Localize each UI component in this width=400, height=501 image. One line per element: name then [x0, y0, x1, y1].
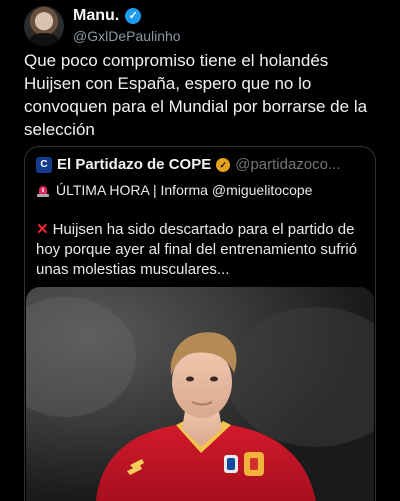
quoted-author-row: C El Partidazo de COPE ✓ @partidazoco...: [36, 156, 341, 173]
breaking-news-text: ÚLTIMA HORA | Informa @miguelitocope: [56, 182, 313, 198]
quoted-tweet[interactable]: C El Partidazo de COPE ✓ @partidazoco...…: [24, 146, 376, 501]
gold-verified-badge-icon: ✓: [216, 157, 231, 172]
cross-mark-icon: ✕: [36, 221, 49, 238]
tweet-text: Que poco compromiso tiene el holandés Hu…: [24, 51, 368, 139]
author-row: Manu. ✓: [73, 7, 142, 25]
quoted-photo[interactable]: [26, 287, 374, 501]
author-name[interactable]: Manu.: [73, 7, 119, 25]
cope-logo-icon: C: [36, 156, 52, 173]
quoted-breaking-line: ÚLTIMA HORA | Informa @miguelitocope: [36, 182, 312, 198]
siren-icon: [37, 186, 49, 197]
quoted-author-name[interactable]: El Partidazo de COPE: [57, 156, 211, 173]
player-photo: [26, 297, 374, 501]
author-handle[interactable]: @GxlDePaulinho: [73, 28, 181, 44]
avatar[interactable]: [24, 6, 64, 46]
quoted-body: ✕ Huijsen ha sido descartado para el part…: [36, 220, 366, 280]
quoted-body-text: Huijsen ha sido descartado para el parti…: [36, 221, 358, 278]
verified-badge-icon: ✓: [125, 8, 142, 24]
quoted-author-handle[interactable]: @partidazoco...: [235, 156, 340, 173]
tweet-header: Manu. ✓ @GxlDePaulinho: [24, 6, 384, 46]
